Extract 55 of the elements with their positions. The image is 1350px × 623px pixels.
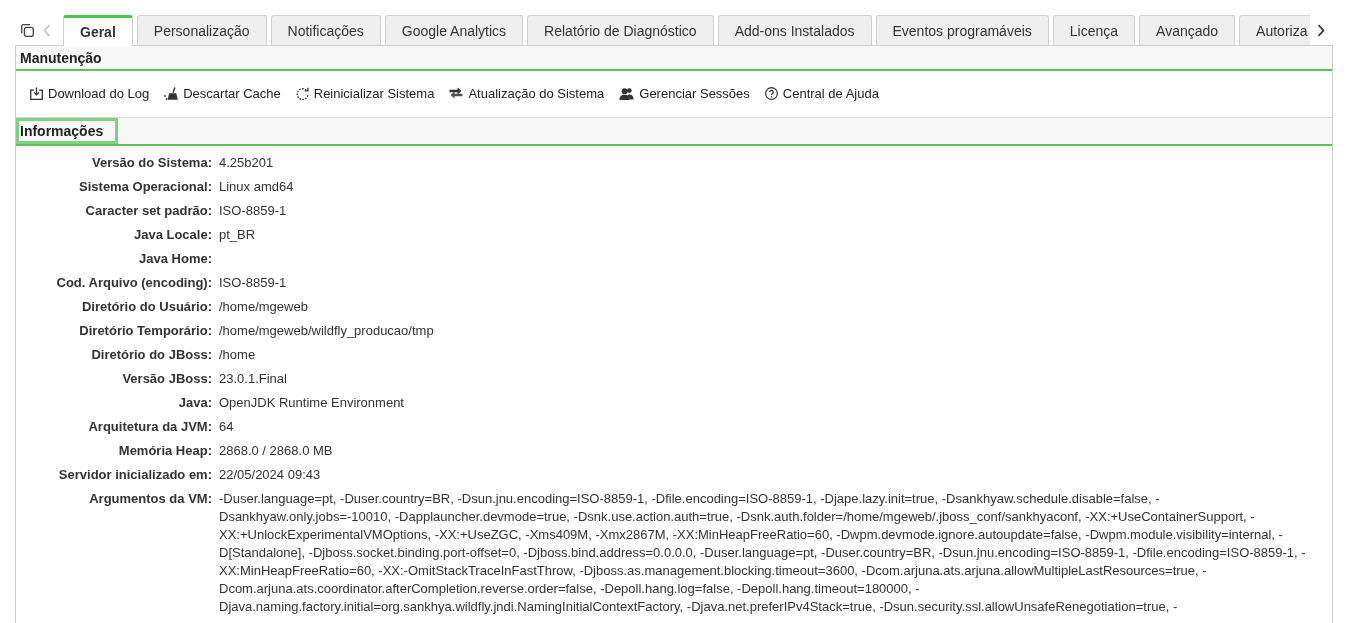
field-value: /home/mgeweb/wildfly_producao/tmp — [219, 322, 434, 340]
tab[interactable]: Licença — [1052, 15, 1136, 45]
circular-arrow-icon — [295, 86, 309, 100]
tab[interactable]: Add-ons Instalados — [717, 15, 872, 45]
field-label: Diretório Temporário: — [79, 322, 212, 340]
toolbar-button[interactable]: Central de Ajuda — [764, 83, 879, 103]
tab[interactable]: Notificações — [270, 15, 381, 45]
help-icon — [764, 86, 778, 100]
copy-icon[interactable] — [20, 23, 34, 37]
swap-arrows-icon — [449, 87, 464, 99]
field-value: 2868.0 / 2868.0 MB — [219, 442, 333, 460]
toolbar-button[interactable]: Gerenciar Sessões — [619, 83, 750, 103]
tab[interactable]: Geral — [63, 15, 133, 46]
toolbar-button[interactable]: Atualização do Sistema — [449, 83, 605, 103]
field-value: /home — [219, 346, 256, 364]
field-label: Sistema Operacional: — [79, 178, 212, 196]
toolbar-button[interactable]: Download do Log — [30, 83, 150, 103]
field-label: Java: — [178, 394, 212, 412]
tab[interactable]: Eventos programáveis — [875, 15, 1049, 45]
field-value: 4.25b201 — [219, 154, 274, 172]
field-label: Cod. Arquivo (encoding): — [56, 274, 212, 292]
field-value: ISO-8859-1 — [219, 274, 287, 292]
field-label: Arquitetura da JVM: — [88, 418, 212, 436]
tab[interactable]: Autoriza — [1239, 15, 1310, 45]
field-value: -Duser.language=pt, -Duser.country=BR, -Dsun.jnu.encoding=ISO-8859-1, -Dfile.encoding=ISO-8859-1, -Djape.lazy.init=true, -Dsankhyaw.schedule.disable=false, -Dsankhyaw.only.jobs=-10010, -Dapplauncher.devmode=true, -Dsnk.use.action.auth=true, -Dsnk.auth.folder=/home/mgeweb/.jboss_conf/sankhyaconf, -XX:+UseContainerSupport, -XX:+UnlockExperimentalVMOptions, -XX:+UseZGC, -Xms409M, -Xmx2867M, -XX:MinHeapFreeRatio=60, -Dwpm.devmode.ignore.autoupdate=false, -Dwpm.module.visibility=internal, -D[Standalone], -Djboss.socket.binding.port-offset=0, -Djboss.bind.address=0.0.0.0, -Duser.language=pt, -Duser.country=BR, -Dsun.jnu.encoding=ISO-8859-1, -Dfile.encoding=ISO-8859-1, -XX:MinHeapFreeRatio=60, -XX:-OmitStackTraceInFastThrow, -Djboss.as.management.blocking.timeout=3600, -Dcom.arjuna.ats.arjuna.allowMultipleLastResources=true, -Dcom.arjuna.ats.coordinator.afterCompletion.reverse.order=false, -Depoll.hang.log=false, -Depoll.hang.timeout=180000, -Djava.naming.factory.initial=org.sankhya.wildfly.jndi.NamingInitialContextFactory, -Djava.net.preferIPv4Stack=true, -Dsun.security.ssl.allowUnsafeRenegotiation=true, - — [219, 490, 1307, 616]
field-value: Linux amd64 — [219, 178, 294, 196]
field-label: Argumentos da VM: — [89, 490, 212, 508]
tab[interactable]: Avançado — [1139, 15, 1236, 45]
field-label: Diretório do JBoss: — [91, 346, 212, 364]
field-label: Servidor inicializado em: — [58, 466, 212, 484]
field-value: OpenJDK Runtime Environment — [219, 394, 404, 412]
toolbar-button[interactable]: Reinicializar Sistema — [295, 83, 435, 103]
field-label: Java Locale: — [133, 226, 212, 244]
section-title: Manutenção — [19, 48, 103, 68]
field-value: /home/mgeweb — [219, 298, 308, 316]
toolbar-button[interactable]: Descartar Cache — [164, 83, 281, 103]
field-label: Diretório do Usuário: — [82, 298, 212, 316]
tab[interactable]: Personalização — [136, 15, 267, 45]
field-value: 23.0.1.Final — [219, 370, 287, 388]
field-label: Versão do Sistema: — [92, 154, 212, 172]
field-value: ISO-8859-1 — [219, 202, 287, 220]
field-label: Caracter set padrão: — [85, 202, 212, 220]
tab[interactable]: Relatório de Diagnóstico — [527, 15, 714, 45]
broom-icon — [164, 86, 179, 100]
field-value: pt_BR — [219, 226, 256, 244]
section-title: Informações — [16, 118, 119, 144]
chevron-right-icon[interactable] — [1317, 23, 1325, 37]
field-label: Versão JBoss: — [122, 370, 212, 388]
tab[interactable]: Google Analytics — [384, 15, 524, 45]
field-label: Java Home: — [139, 250, 212, 268]
field-label: Memória Heap: — [118, 442, 212, 460]
people-icon — [619, 86, 635, 100]
field-value: 22/05/2024 09:43 — [219, 466, 321, 484]
field-value: 64 — [219, 418, 234, 436]
download-icon — [30, 86, 43, 100]
